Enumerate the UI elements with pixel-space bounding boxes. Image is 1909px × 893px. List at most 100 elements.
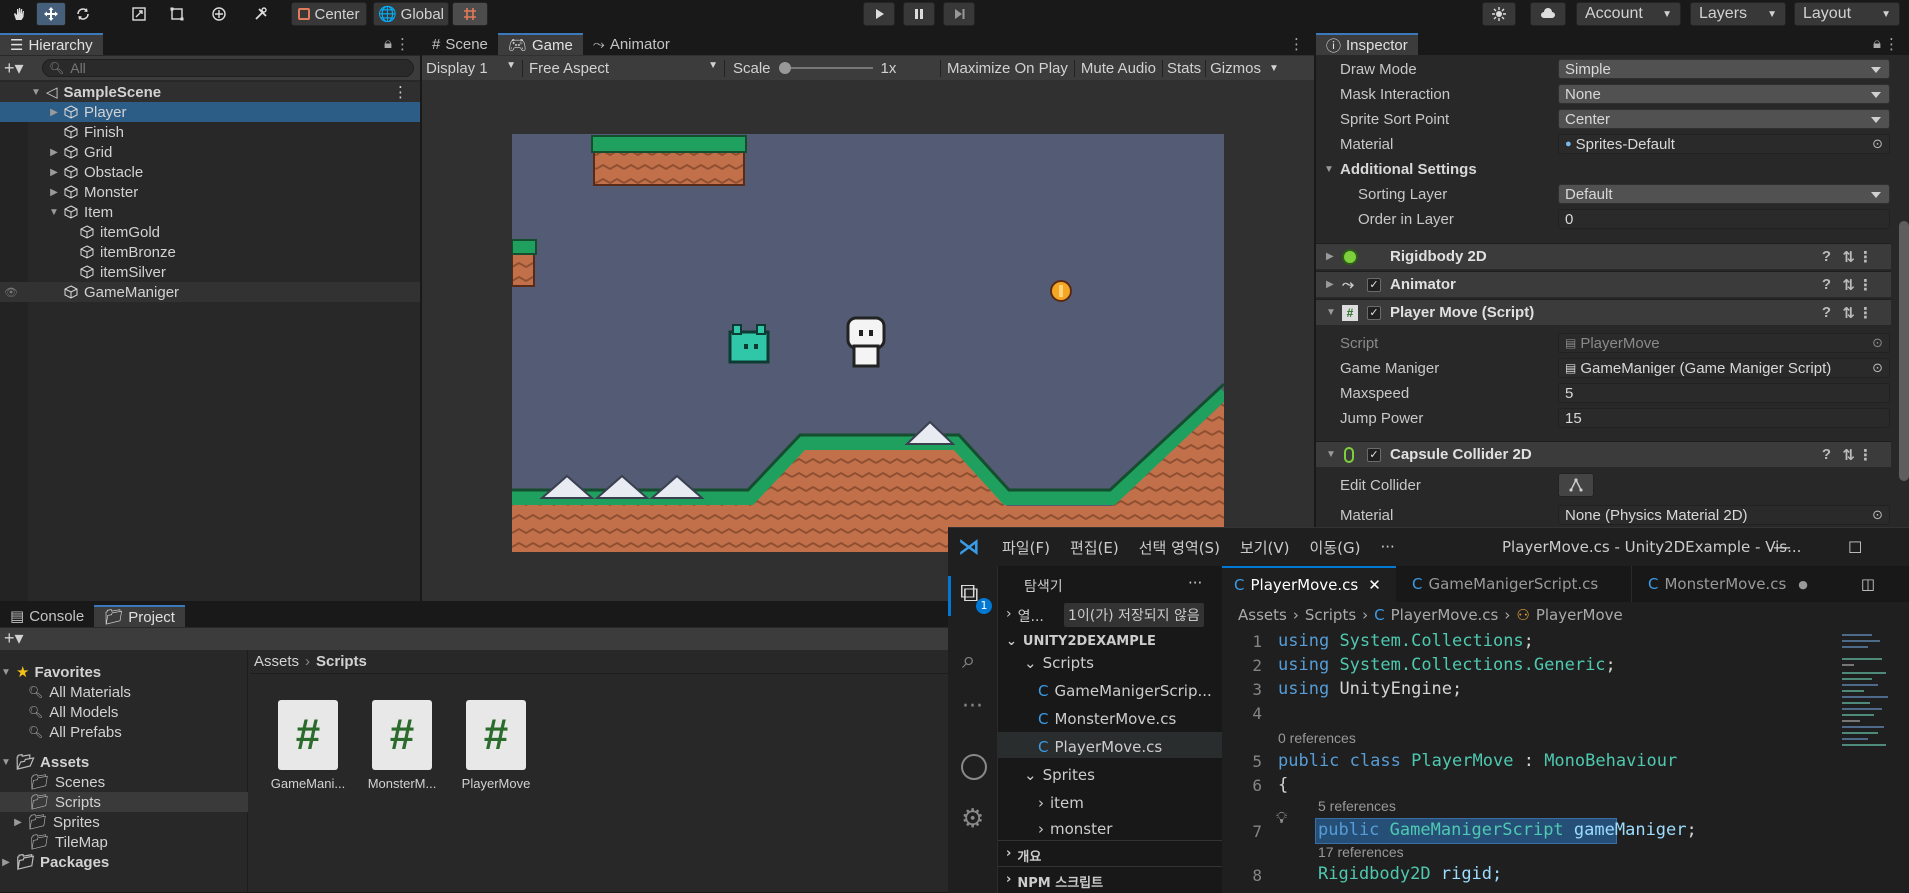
tree-file[interactable]: C PlayerMove.cs bbox=[1038, 738, 1162, 756]
rect-tool-icon[interactable] bbox=[162, 2, 192, 26]
cloud-button[interactable] bbox=[1530, 2, 1566, 26]
animator-component-header[interactable]: ▶ ⤳ ✓ Animator ? ⇅ ⋮ bbox=[1316, 271, 1891, 297]
tab-console[interactable]: ▤ Console bbox=[0, 605, 94, 627]
display-dropdown[interactable]: Display 1 ▼ bbox=[422, 60, 522, 77]
capsule-component-header[interactable]: ▼ ✓ Capsule Collider 2D ? ⇅ ⋮ bbox=[1316, 441, 1891, 467]
material-field[interactable]: ● Sprites-Default ⊙ bbox=[1558, 134, 1890, 154]
lock-icon[interactable]: 🔒︎ bbox=[384, 35, 392, 52]
more-icon[interactable]: ⋮ bbox=[1858, 304, 1873, 322]
step-button[interactable] bbox=[943, 2, 975, 26]
inspector-scrollbar[interactable] bbox=[1899, 221, 1909, 481]
close-icon[interactable]: ✕ bbox=[1368, 576, 1381, 594]
favorites-row[interactable]: ▼ ★ Favorites bbox=[0, 662, 248, 682]
layers-dropdown[interactable]: Layers ▼ bbox=[1690, 2, 1786, 26]
add-icon[interactable]: +▾ bbox=[4, 58, 24, 79]
scale-tool-icon[interactable] bbox=[124, 2, 154, 26]
breadcrumb-item[interactable]: Assets bbox=[1238, 606, 1287, 624]
menu-view[interactable]: 보기(V) bbox=[1240, 537, 1290, 558]
assets-row[interactable]: ▼ 📂︎ Assets bbox=[0, 752, 248, 772]
help-icon[interactable]: ? bbox=[1822, 276, 1831, 293]
breadcrumb-item[interactable]: PlayerMove.cs bbox=[1391, 606, 1499, 624]
edit-collider-button[interactable] bbox=[1558, 473, 1594, 497]
favorite-item[interactable]: 🔍︎ All Models bbox=[0, 702, 248, 722]
more-icon[interactable]: ⋮ bbox=[1858, 276, 1873, 294]
menu-go[interactable]: 이동(G) bbox=[1310, 537, 1361, 558]
help-icon[interactable]: ? bbox=[1822, 304, 1831, 321]
help-icon[interactable]: ? bbox=[1822, 446, 1831, 463]
move-tool-icon[interactable] bbox=[36, 2, 66, 26]
tree-folder-scripts[interactable]: ⌄ Scripts bbox=[1024, 654, 1094, 672]
hand-tool-icon[interactable] bbox=[4, 2, 34, 26]
draw-mode-dropdown[interactable]: Simple bbox=[1558, 59, 1890, 79]
capsule-enabled-checkbox[interactable]: ✓ bbox=[1367, 447, 1381, 462]
menu-file[interactable]: 파일(F) bbox=[1002, 537, 1050, 558]
hierarchy-item-finish[interactable]: Finish bbox=[0, 122, 420, 142]
dropdown-arrow-icon[interactable]: ▼ bbox=[1265, 63, 1283, 74]
physics-material-field[interactable]: None (Physics Material 2D) ⊙ bbox=[1558, 505, 1890, 525]
tab-project[interactable]: 📁︎ Project bbox=[94, 605, 185, 627]
tree-folder-sprites[interactable]: ⌄ Sprites bbox=[1024, 766, 1095, 784]
folder-item-tilemap[interactable]: 📁︎ TileMap bbox=[0, 832, 248, 852]
breadcrumb-item[interactable]: Assets bbox=[254, 653, 299, 670]
hierarchy-item-itembronze[interactable]: itemBronze bbox=[0, 242, 420, 262]
tab-animator[interactable]: ⤳ Animator bbox=[583, 33, 680, 55]
additional-settings-row[interactable]: ▼ Additional Settings bbox=[1316, 157, 1891, 181]
hierarchy-item-grid[interactable]: ▶ Grid bbox=[0, 142, 420, 162]
tree-file[interactable]: C MonsterMove.cs bbox=[1038, 710, 1176, 728]
pause-button[interactable] bbox=[903, 2, 935, 26]
object-picker-icon[interactable]: ⊙ bbox=[1872, 360, 1883, 376]
folder-item-scripts[interactable]: 📁︎ Scripts bbox=[0, 792, 248, 812]
more-icon[interactable]: ⋮ bbox=[1858, 446, 1873, 464]
hierarchy-item-monster[interactable]: ▶ Monster bbox=[0, 182, 420, 202]
mask-dropdown[interactable]: None bbox=[1558, 84, 1890, 104]
account-dropdown[interactable]: Account ▼ bbox=[1576, 2, 1681, 26]
editor-tab-gamemaniger[interactable]: C GameManigerScript.cs bbox=[1396, 566, 1632, 602]
aspect-dropdown[interactable]: Free Aspect ▼ bbox=[522, 59, 724, 77]
split-editor-icon[interactable]: ◫ bbox=[1861, 575, 1875, 593]
hierarchy-item-player[interactable]: ▶ Player bbox=[0, 102, 420, 122]
transform-tool-icon[interactable] bbox=[204, 2, 234, 26]
folder-item-sprites[interactable]: ▶ 📁︎ Sprites bbox=[0, 812, 248, 832]
tree-folder-monster[interactable]: › monster bbox=[1038, 820, 1112, 838]
hierarchy-item-itemsilver[interactable]: itemSilver bbox=[0, 262, 420, 282]
custom-tools-icon[interactable] bbox=[246, 2, 276, 26]
play-button[interactable] bbox=[863, 2, 895, 26]
maxspeed-input[interactable]: 5 bbox=[1558, 383, 1890, 403]
scene-row[interactable]: ▼ ◁ SampleScene ⋮ bbox=[0, 82, 420, 102]
layout-dropdown[interactable]: Layout ▼ bbox=[1794, 2, 1900, 26]
order-in-layer-input[interactable]: 0 bbox=[1558, 209, 1890, 229]
code-editor[interactable]: 1 2 3 4 5 6 7 8 using System.Collections… bbox=[1222, 628, 1909, 893]
game-maniger-field[interactable]: ▤ GameManiger (Game Maniger Script) ⊙ bbox=[1558, 358, 1890, 378]
minimap[interactable] bbox=[1842, 634, 1898, 884]
maximize-icon[interactable]: ☐ bbox=[1848, 538, 1862, 557]
more-icon[interactable]: ⋮ bbox=[1858, 248, 1873, 266]
menu-edit[interactable]: 편집(E) bbox=[1070, 537, 1119, 558]
preset-icon[interactable]: ⇅ bbox=[1842, 446, 1855, 464]
favorite-item[interactable]: 🔍︎ All Prefabs bbox=[0, 722, 248, 742]
outline-header[interactable]: › 개요 bbox=[1006, 846, 1041, 865]
grid-snap-button[interactable] bbox=[452, 2, 488, 26]
object-picker-icon[interactable]: ⊙ bbox=[1872, 507, 1883, 523]
tree-file[interactable]: C GameManigerScrip... bbox=[1038, 682, 1212, 700]
codelens-references[interactable]: 0 references bbox=[1278, 730, 1356, 746]
mute-audio-button[interactable]: Mute Audio bbox=[1073, 59, 1162, 77]
hierarchy-item-obstacle[interactable]: ▶ Obstacle bbox=[0, 162, 420, 182]
settings-gear-icon[interactable]: ⚙ bbox=[961, 804, 984, 834]
jump-power-input[interactable]: 15 bbox=[1558, 408, 1890, 428]
more-icon[interactable]: ··· bbox=[962, 694, 983, 719]
breadcrumb-item[interactable]: Scripts bbox=[316, 653, 367, 670]
more-icon[interactable]: ⋮ bbox=[1884, 35, 1899, 53]
tab-inspector[interactable]: ⓘ Inspector bbox=[1316, 33, 1418, 55]
tree-folder-item[interactable]: › item bbox=[1038, 794, 1084, 812]
global-button[interactable]: 🌐 Global bbox=[373, 2, 449, 26]
sorting-layer-dropdown[interactable]: Default bbox=[1558, 184, 1890, 204]
more-icon[interactable]: ⋮ bbox=[1289, 35, 1304, 53]
preset-icon[interactable]: ⇅ bbox=[1842, 276, 1855, 294]
lock-icon[interactable]: 🔒︎ bbox=[1873, 35, 1881, 52]
breadcrumb-item[interactable]: PlayerMove bbox=[1536, 606, 1623, 624]
more-icon[interactable]: ··· bbox=[1188, 574, 1202, 592]
rotate-tool-icon[interactable] bbox=[68, 2, 98, 26]
search-icon[interactable]: ⌕ bbox=[962, 646, 975, 674]
script-asset[interactable]: # MonsterM... bbox=[362, 700, 442, 791]
codelens-references[interactable]: 5 references bbox=[1318, 798, 1396, 814]
